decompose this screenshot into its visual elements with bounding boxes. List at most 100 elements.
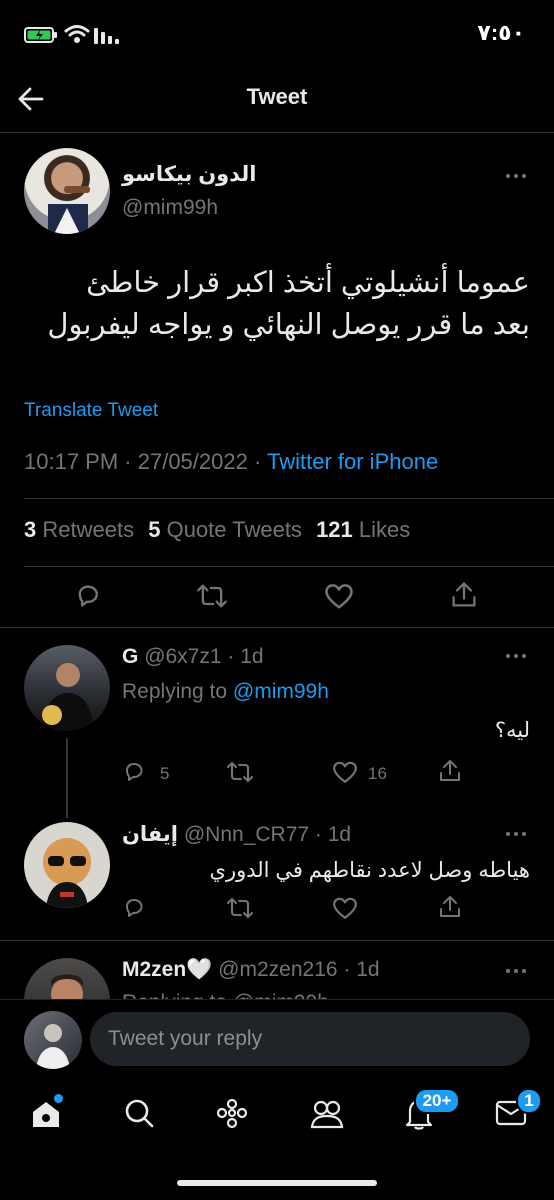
reply2-handle[interactable]: @Nnn_CR77 [184,823,309,846]
reply1-text: ليه؟ [494,719,530,742]
reply1-age: 1d [240,645,264,668]
likes-count: 121 [316,517,353,542]
reply3-handle[interactable]: @m2zen216 [218,958,337,981]
reply1-replying-to: Replying to @mim99h [122,680,329,704]
home-indicator [177,1180,377,1186]
author-avatar[interactable] [24,148,110,234]
reply1-header: G @6x7z1 · 1d [122,645,264,668]
more-options-icon[interactable] [506,172,528,180]
status-bar: ٧:٥٠ [0,0,554,70]
quotes-count: 5 [148,517,161,542]
tab-communities[interactable] [308,1096,346,1132]
retweet-button[interactable] [196,582,228,610]
reply3-replying-to: Replying to @mim99h [122,991,329,999]
reply2-like-button[interactable] [332,896,358,920]
retweet-icon [227,898,253,918]
header: Tweet [0,70,554,130]
reply3-display-name[interactable]: M2zen🤍 [122,958,212,981]
heart-icon [325,584,353,609]
header-divider [0,132,554,133]
reply3-header: M2zen🤍 @m2zen216 · 1d [122,958,380,981]
share-button[interactable] [450,580,478,610]
spaces-icon [216,1098,248,1129]
reply2-reply-button[interactable] [122,896,148,920]
tweet-source[interactable]: Twitter for iPhone [267,449,438,474]
reply1-reply-count: 5 [160,764,170,783]
tab-spaces[interactable] [214,1096,250,1132]
signal-icon [94,26,122,44]
tweet-text-line-1: عموما أنشيلوتي أتخذ اكبر قرار خاطئ [86,267,530,299]
communities-icon [310,1100,344,1129]
author-handle[interactable]: @mim99h [122,196,218,220]
reply2-avatar[interactable] [24,822,110,908]
reply1-handle[interactable]: @6x7z1 [144,645,221,668]
quotes-label: Quote Tweets [166,517,302,542]
tweet-stats: 3 Retweets 5 Quote Tweets 121 Likes [24,517,410,543]
notifications-badge: 20+ [414,1088,460,1114]
tweet-text: عموما أنشيلوتي أتخذ اكبر قرار خاطئ بعد م… [24,262,530,346]
reply-icon [78,585,98,607]
reply2-share-button[interactable] [438,894,462,920]
reply1-avatar[interactable] [24,645,110,731]
reply3-avatar[interactable] [24,958,110,999]
reply2-header: إيفان @Nnn_CR77 · 1d [122,823,352,846]
share-icon [440,896,460,917]
reply1-like-button[interactable]: 16 [332,760,396,784]
author-display-name[interactable]: الدون بيكاسو [122,162,256,187]
wifi-icon [64,24,90,44]
reply3-age: 1d [356,958,380,981]
reply1-replying-prefix: Replying to [122,680,228,703]
reply2-age: 1d [327,823,352,846]
reply1-more-options-icon[interactable] [506,652,528,660]
reply-composer-placeholder: Tweet your reply [108,1027,263,1050]
stats-divider-top [24,498,554,499]
retweet-icon [227,762,253,782]
reply3-more-options-icon[interactable] [506,967,528,975]
heart-icon [333,761,357,783]
battery-icon [24,27,58,43]
home-unread-dot [54,1094,63,1103]
tweet-metadata: 10:17 PM · 27/05/2022 · Twitter for iPho… [24,449,439,474]
reply1-replying-handle[interactable]: @mim99h [233,680,329,703]
tweet-text-line-2: بعد ما قرر يوصل النهائي و يواجه ليفربول [47,309,530,341]
share-icon [440,760,460,781]
status-time: ٧:٥٠ [477,20,525,45]
reply-button[interactable] [74,582,102,610]
retweets-stat[interactable]: 3 Retweets [24,517,134,542]
composer-bar: Tweet your reply [0,1000,554,1078]
like-button[interactable] [324,582,354,610]
reply-icon [126,763,143,781]
retweets-label: Retweets [42,517,135,542]
reply-composer-input[interactable]: Tweet your reply [90,1012,530,1066]
reply2-text: هياطه وصل لاعدد نقاطهم في الدوري [209,859,530,882]
reply1-share-button[interactable] [438,758,462,784]
reply2-retweet-button[interactable] [226,896,254,920]
heart-icon [333,897,357,919]
tab-search[interactable] [122,1096,158,1132]
likes-label: Likes [358,517,411,542]
tweet-time[interactable]: 10:17 PM [24,449,118,474]
tab-bar: 20+ 1 [0,1078,554,1200]
translate-tweet-link[interactable]: Translate Tweet [24,400,158,422]
retweets-count: 3 [24,517,37,542]
likes-stat[interactable]: 121 Likes [316,517,410,542]
tweet-date[interactable]: 27/05/2022 [138,449,248,474]
reply1-retweet-button[interactable] [226,760,254,784]
actions-divider [0,627,554,628]
share-icon [452,582,476,607]
stats-divider-bottom [24,566,554,567]
my-avatar[interactable] [24,1011,82,1069]
quotes-stat[interactable]: 5 Quote Tweets [148,517,302,542]
search-icon [125,1099,154,1128]
reply2-more-options-icon[interactable] [506,830,528,838]
tab-home[interactable] [28,1094,68,1136]
reply-icon [126,899,143,917]
reply2-display-name[interactable]: إيفان [122,823,178,846]
reply1-reply-button[interactable]: 5 [122,760,182,784]
reply1-display-name[interactable]: G [122,645,138,668]
thread-line [66,738,68,818]
reply1-like-count: 16 [368,764,387,783]
page-title: Tweet [246,84,308,109]
reply3-clip: M2zen🤍 @m2zen216 · 1d Replying to @mim99… [0,941,554,999]
messages-badge: 1 [516,1088,542,1114]
